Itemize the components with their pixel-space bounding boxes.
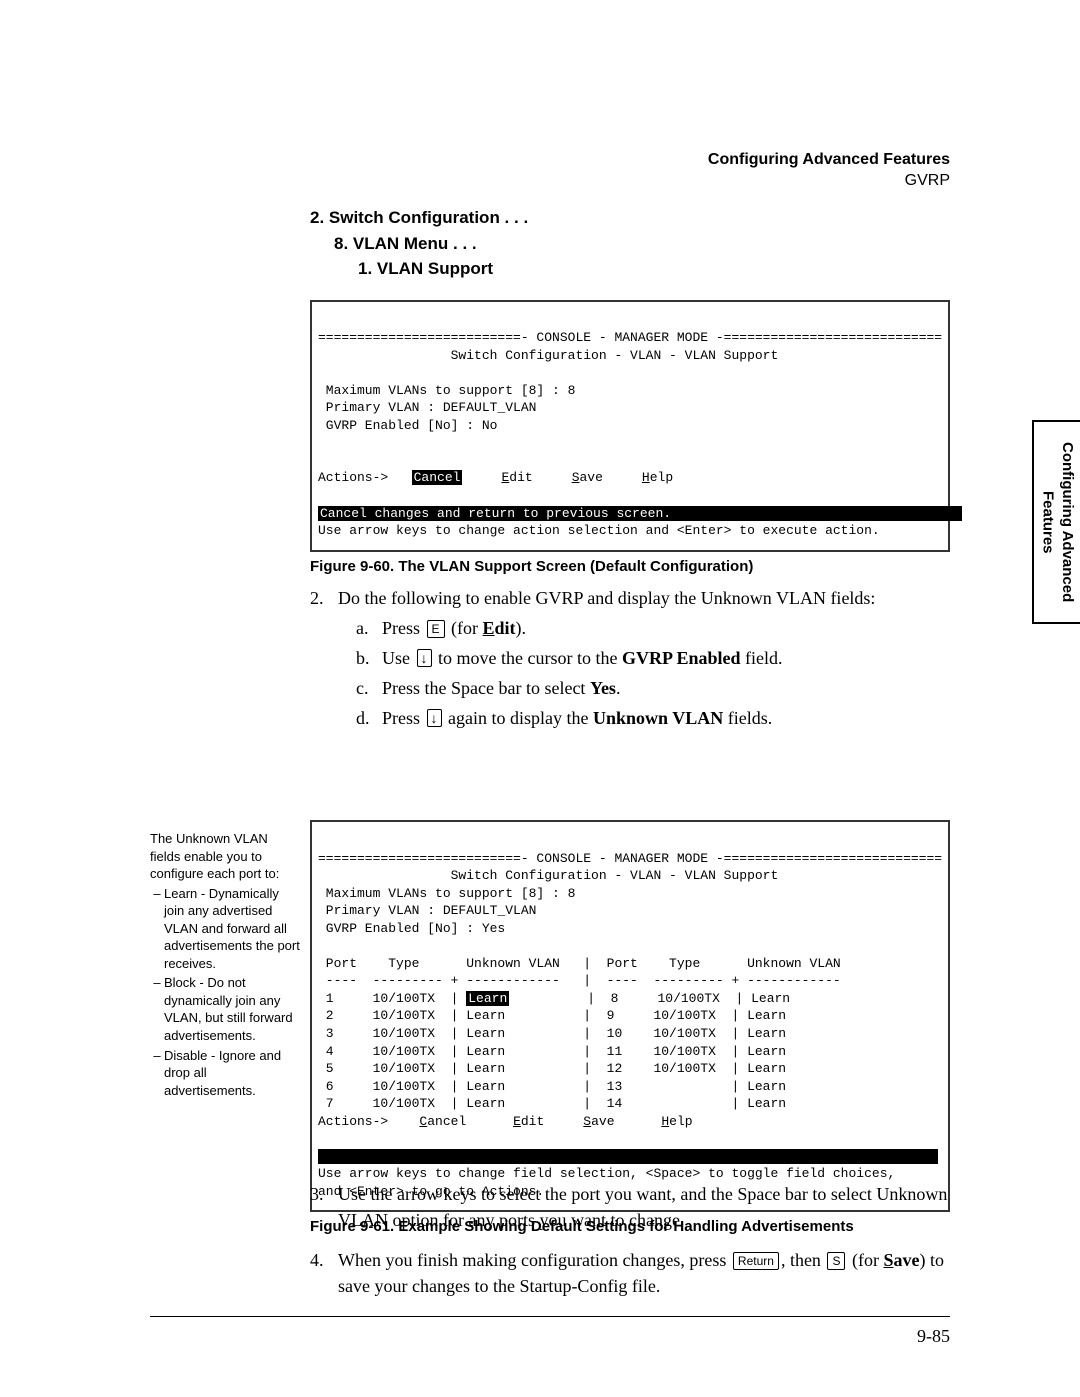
page-number: 9-85 [917,1326,950,1347]
step-text: Do the following to enable GVRP and disp… [338,588,875,608]
c2-line: Primary VLAN : DEFAULT_VLAN [318,903,536,918]
c1-line: Primary VLAN : DEFAULT_VLAN [318,400,536,415]
c2-line: Maximum VLANs to support [8] : 8 [318,886,575,901]
side-tab-text: Configuring Advanced Features [1034,422,1080,622]
c2-actions: Actions-> Cancel Edit Save Help [318,1114,693,1129]
c1-line: Switch Configuration - VLAN - VLAN Suppo… [318,348,778,363]
sidenote-item: Learn - Dynamically join any advertised … [164,885,300,973]
sidenote-item: Disable - Ignore and drop all advertisem… [164,1047,300,1100]
substep-b: b. Use ↓ to move the cursor to the GVRP … [356,645,950,671]
c1-status: Cancel changes and return to previous sc… [318,506,962,521]
c1-help-u: H [642,470,650,485]
figure-caption-1: Figure 9-60. The VLAN Support Screen (De… [310,558,950,575]
chapter-side-tab: Configuring Advanced Features [1032,420,1080,624]
footer-rule [150,1316,950,1317]
c2-sep: ---- --------- + ------------ | ---- ---… [318,973,841,988]
menu-path-l2: 8. VLAN Menu . . . [334,231,950,257]
step-4: 4. When you finish making configuration … [310,1247,950,1299]
key-e: E [427,620,445,638]
sidenote-item: Block - Do not dynamically join any VLAN… [164,974,300,1044]
c1-line: Maximum VLANs to support [8] : 8 [318,383,575,398]
substep-c: c. Press the Space bar to select Yes. [356,675,950,701]
key-return: Return [733,1252,779,1270]
sidenote-intro: The Unknown VLAN fields enable you to co… [150,830,300,883]
substep-a: a. Press E (for Edit). [356,615,950,641]
key-down-arrow-icon: ↓ [427,709,442,727]
c2-status [318,1149,938,1164]
c2-row1-sel: Learn [466,991,509,1006]
c2-row: 4 10/100TX | Learn | 11 10/100TX | Learn [318,1044,786,1059]
c1-line: ==========================- CONSOLE - MA… [318,330,942,345]
c2-line: GVRP Enabled [No] : Yes [318,921,505,936]
console-screenshot-1: ==========================- CONSOLE - MA… [310,300,950,552]
step3-text: Use the arrow keys to select the port yo… [338,1181,950,1233]
c2-row: 3 10/100TX | Learn | 10 10/100TX | Learn [318,1026,786,1041]
c2-hdr: Port Type Unknown VLAN | Port Type Unkno… [318,956,841,971]
c2-line: Switch Configuration - VLAN - VLAN Suppo… [318,868,778,883]
substep-d: d. Press ↓ again to display the Unknown … [356,705,950,731]
c1-actions-prefix: Actions-> [318,470,412,485]
c1-edit: dit [509,470,532,485]
c2-line: ==========================- CONSOLE - MA… [318,851,942,866]
menu-path: 2. Switch Configuration . . . 8. VLAN Me… [310,205,950,282]
menu-path-l3: 1. VLAN Support [358,256,950,282]
header-subtitle: GVRP [708,171,950,192]
menu-path-l1: 2. Switch Configuration . . . [310,205,950,231]
c2-row: 7 10/100TX | Learn | 14 | Learn [318,1096,786,1111]
page-header: Configuring Advanced Features GVRP [708,150,950,192]
c1-line: GVRP Enabled [No] : No [318,418,497,433]
c2-row: 5 10/100TX | Learn | 12 10/100TX | Learn [318,1061,786,1076]
step-2: 2. Do the following to enable GVRP and d… [310,585,950,731]
key-down-arrow-icon: ↓ [417,649,432,667]
console-screenshot-2: ==========================- CONSOLE - MA… [310,820,950,1212]
side-note: The Unknown VLAN fields enable you to co… [150,830,300,1099]
c2-row: 2 10/100TX | Learn | 9 10/100TX | Learn [318,1008,786,1023]
c1-cancel: Cancel [412,470,463,485]
header-title: Configuring Advanced Features [708,150,950,171]
c1-save: ave [580,470,603,485]
c2-row: 6 10/100TX | Learn | 13 | Learn [318,1079,786,1094]
c1-help: elp [650,470,673,485]
step-3: 3. Use the arrow keys to select the port… [310,1181,950,1233]
c2-row: 1 10/100TX | [318,991,466,1006]
edit-underline: E [483,618,495,638]
step-number: 2. [310,585,338,731]
c1-hint: Use arrow keys to change action selectio… [318,523,880,538]
c1-save-u: S [572,470,580,485]
key-s: S [827,1252,845,1270]
